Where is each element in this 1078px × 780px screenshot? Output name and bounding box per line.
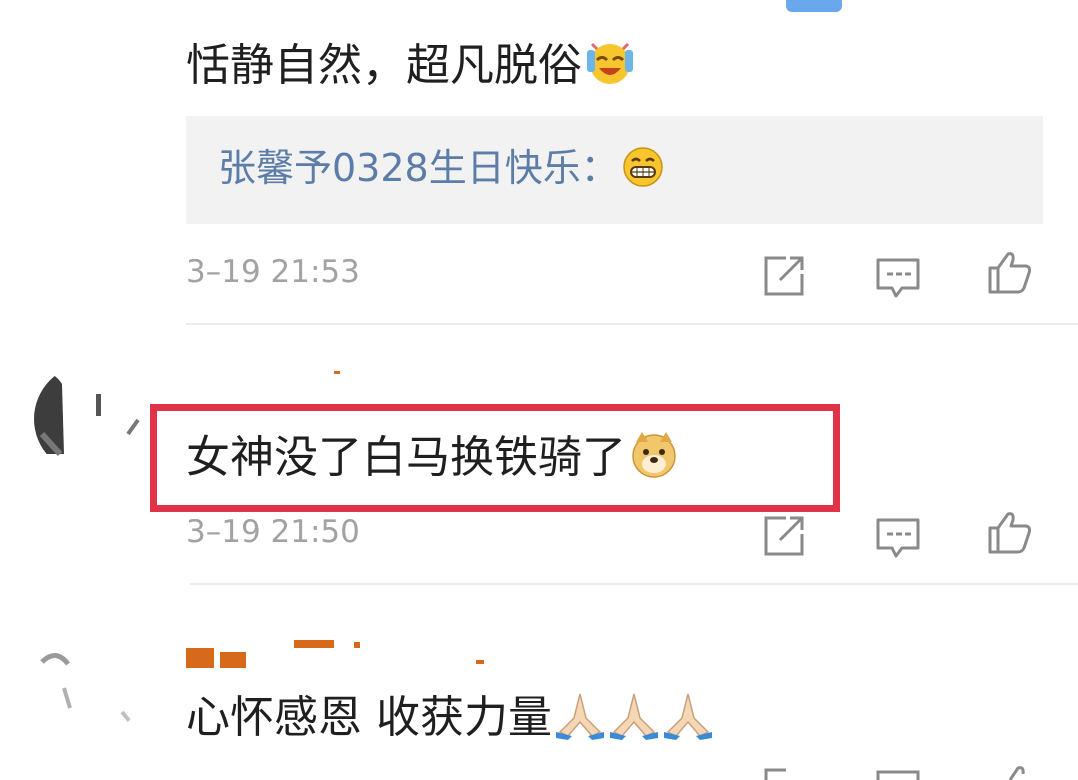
reply-author-link[interactable]: 张馨予0328生日快乐： bbox=[218, 146, 619, 190]
highlight-box bbox=[150, 404, 840, 512]
username-fragment bbox=[186, 640, 566, 668]
praying-hands-emoji-group bbox=[552, 692, 714, 743]
divider-1 bbox=[186, 323, 1078, 325]
like-icon[interactable] bbox=[986, 508, 1034, 556]
comment-1-text: 恬静自然，超凡脱俗 bbox=[186, 36, 636, 94]
laughing-crying-emoji-icon bbox=[587, 42, 633, 84]
comment-icon[interactable] bbox=[874, 770, 922, 780]
vip-badge bbox=[786, 0, 842, 12]
praying-hands-icon bbox=[610, 693, 658, 740]
comment-1-body: 恬静自然，超凡脱俗 bbox=[186, 40, 582, 91]
comment-2-timestamp: 3–19 21:50 bbox=[186, 514, 360, 550]
share-icon[interactable] bbox=[760, 768, 808, 780]
avatar[interactable] bbox=[34, 628, 144, 738]
reply-line[interactable]: 张馨予0328生日快乐： bbox=[218, 142, 665, 194]
username-fragment bbox=[286, 356, 348, 374]
comment-3-body: 心怀感恩 收获力量 bbox=[186, 692, 552, 743]
avatar[interactable] bbox=[34, 364, 144, 474]
share-icon[interactable] bbox=[760, 512, 808, 560]
grinning-emoji-icon bbox=[622, 147, 663, 187]
comment-icon[interactable] bbox=[874, 254, 922, 302]
reply-box: 张馨予0328生日快乐： bbox=[186, 116, 1043, 224]
like-icon[interactable] bbox=[1000, 766, 1048, 780]
like-icon[interactable] bbox=[986, 248, 1034, 296]
comment-1-timestamp: 3–19 21:53 bbox=[186, 254, 360, 290]
comment-3-text: 心怀感恩 收获力量 bbox=[186, 688, 714, 746]
praying-hands-icon bbox=[556, 693, 604, 740]
divider-2 bbox=[190, 583, 1078, 585]
praying-hands-icon bbox=[664, 693, 712, 740]
comment-icon[interactable] bbox=[874, 514, 922, 562]
share-icon[interactable] bbox=[760, 252, 808, 300]
